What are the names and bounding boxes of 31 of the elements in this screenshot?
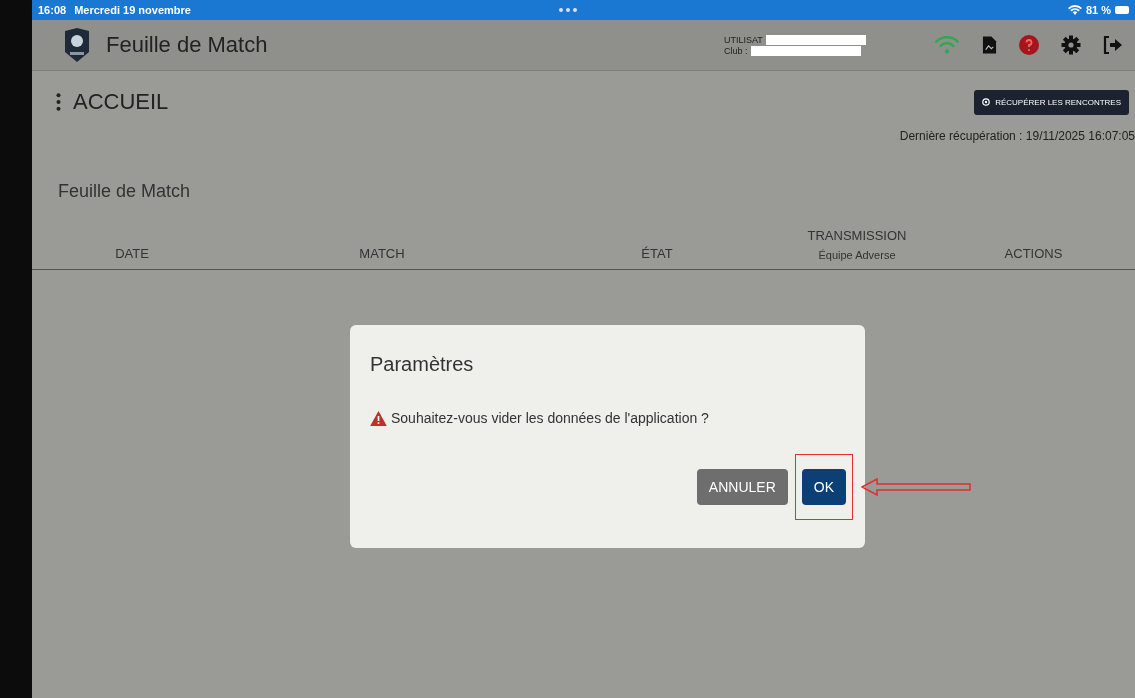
last-fetch-text: Dernière récupération : 19/11/2025 16:07:05: [899, 129, 1135, 143]
settings-icon[interactable]: [1061, 35, 1081, 55]
fetch-matches-button[interactable]: RÉCUPÉRER LES RENCONTRES: [974, 89, 1129, 115]
column-header: DATE: [115, 246, 149, 261]
cancel-button[interactable]: ANNULER: [696, 469, 788, 505]
battery-percent: 81 %: [1085, 4, 1111, 16]
dialog-message: Souhaitez-vous vider les données de l'application ?: [391, 410, 709, 426]
club-label: Club :: [724, 45, 748, 56]
document-icon[interactable]: [982, 35, 997, 55]
logout-icon[interactable]: [1103, 36, 1123, 54]
page-title: ACCUEIL: [73, 89, 169, 115]
dialog-title: Paramètres: [370, 353, 475, 376]
wifi-icon: [1067, 4, 1082, 16]
status-time: 16:08: [38, 4, 67, 16]
ok-button[interactable]: OK: [801, 469, 846, 505]
status-date: Mercredi 19 novembre: [74, 4, 191, 16]
app-title: Feuille de Match: [106, 32, 268, 58]
column-header: MATCH: [359, 246, 405, 261]
column-subheader: Équipe Adverse: [818, 249, 896, 261]
column-header: TRANSMISSION: [807, 228, 907, 243]
kebab-menu-icon[interactable]: [56, 93, 61, 111]
more-dots-icon: [558, 8, 577, 12]
shield-logo-icon: [62, 28, 92, 62]
warning-icon: [370, 410, 387, 426]
section-title: Feuille de Match: [58, 181, 192, 202]
column-header: ÉTAT: [641, 246, 673, 261]
column-header: ACTIONS: [1004, 246, 1063, 261]
help-icon[interactable]: [1019, 35, 1039, 55]
user-label: UTILISAT: [724, 34, 763, 45]
battery-icon: [1115, 6, 1129, 14]
target-icon: [982, 98, 991, 106]
